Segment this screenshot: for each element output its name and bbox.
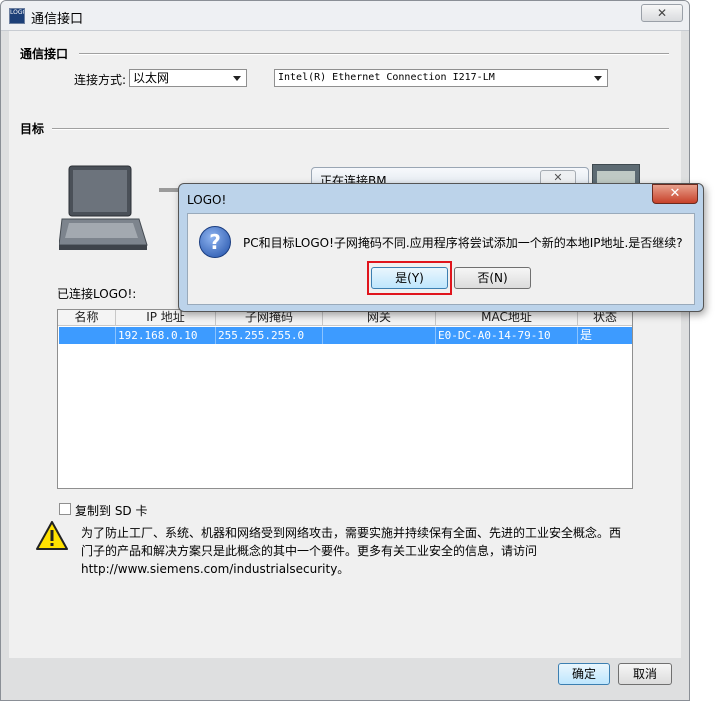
ok-button[interactable]: 确定 bbox=[558, 663, 610, 685]
notice-line-2: 门子的产品和解决方案只是此概念的其中一个要件。更多有关工业安全的信息，请访问 bbox=[81, 544, 538, 558]
warning-icon bbox=[36, 521, 68, 550]
cell-status: 是 bbox=[580, 328, 593, 342]
confirm-message: PC和目标LOGO!子网掩码不同.应用程序将尝试添加一个新的本地IP地址.是否继… bbox=[243, 236, 683, 250]
chevron-down-icon bbox=[594, 76, 602, 81]
confirm-dialog-title: LOGO! bbox=[187, 193, 227, 207]
cell-name bbox=[59, 327, 116, 344]
security-notice: 为了防止工厂、系统、机器和网络受到网络攻击，需要实施并持续保有全面、先进的工业安… bbox=[81, 524, 641, 578]
network-adapter-select[interactable]: Intel(R) Ethernet Connection I217-LM bbox=[274, 69, 608, 87]
connection-mode-select[interactable]: 以太网 bbox=[129, 69, 247, 87]
column-header-status[interactable]: 状态 bbox=[578, 310, 632, 326]
no-button[interactable]: 否(N) bbox=[454, 267, 531, 289]
copy-to-sd-checkbox[interactable] bbox=[59, 503, 71, 515]
cell-mac: E0-DC-A0-14-79-10 bbox=[436, 327, 578, 344]
column-header-gateway[interactable]: 网关 bbox=[323, 310, 436, 326]
laptop-icon bbox=[59, 165, 148, 250]
network-adapter-value: Intel(R) Ethernet Connection I217-LM bbox=[278, 72, 495, 83]
section-divider bbox=[79, 53, 669, 55]
table-row[interactable]: 192.168.0.10 255.255.255.0 E0-DC-A0-14-7… bbox=[59, 327, 632, 344]
window-close-button[interactable]: ✕ bbox=[641, 4, 683, 22]
question-icon: ? bbox=[199, 226, 231, 258]
cell-gateway bbox=[323, 327, 436, 344]
cell-subnet: 255.255.255.0 bbox=[216, 327, 323, 344]
copy-to-sd-label: 复制到 SD 卡 bbox=[75, 504, 148, 518]
app-icon: LOGO bbox=[9, 8, 25, 24]
confirm-dialog-body: ? PC和目标LOGO!子网掩码不同.应用程序将尝试添加一个新的本地IP地址.是… bbox=[187, 213, 695, 305]
confirm-dialog: LOGO! ✕ ? PC和目标LOGO!子网掩码不同.应用程序将尝试添加一个新的… bbox=[178, 183, 704, 312]
column-header-mac[interactable]: MAC地址 bbox=[436, 310, 578, 326]
window-title: 通信接口 bbox=[31, 12, 84, 27]
target-heading: 目标 bbox=[20, 122, 45, 136]
main-window: LOGO 通信接口 ✕ 通信接口 连接方式: 以太网 Intel(R) Ethe… bbox=[0, 0, 690, 701]
dialog-content: 通信接口 连接方式: 以太网 Intel(R) Ethernet Connect… bbox=[9, 31, 681, 658]
table-header: 名称 IP 地址 子网掩码 网关 MAC地址 状态 bbox=[58, 310, 632, 326]
section-divider bbox=[52, 128, 669, 130]
column-header-name[interactable]: 名称 bbox=[58, 310, 116, 326]
column-header-subnet[interactable]: 子网掩码 bbox=[216, 310, 323, 326]
column-header-ip[interactable]: IP 地址 bbox=[116, 310, 216, 326]
cancel-button[interactable]: 取消 bbox=[618, 663, 672, 685]
confirm-dialog-close-button[interactable]: ✕ bbox=[652, 184, 698, 204]
yes-button[interactable]: 是(Y) bbox=[371, 267, 448, 289]
connection-mode-label: 连接方式: bbox=[74, 73, 127, 87]
connected-logo-label: 已连接LOGO!: bbox=[57, 287, 137, 301]
chevron-down-icon bbox=[233, 76, 241, 81]
cell-ip: 192.168.0.10 bbox=[116, 327, 216, 344]
comm-interface-heading: 通信接口 bbox=[20, 47, 69, 61]
notice-line-3[interactable]: http://www.siemens.com/industrialsecurit… bbox=[81, 560, 641, 578]
connected-devices-table[interactable]: 名称 IP 地址 子网掩码 网关 MAC地址 状态 192.168.0.10 2… bbox=[57, 309, 633, 489]
notice-line-1: 为了防止工厂、系统、机器和网络受到网络攻击，需要实施并持续保有全面、先进的工业安… bbox=[81, 526, 622, 540]
title-bar: LOGO 通信接口 ✕ bbox=[1, 1, 689, 31]
connection-mode-value: 以太网 bbox=[133, 71, 170, 85]
